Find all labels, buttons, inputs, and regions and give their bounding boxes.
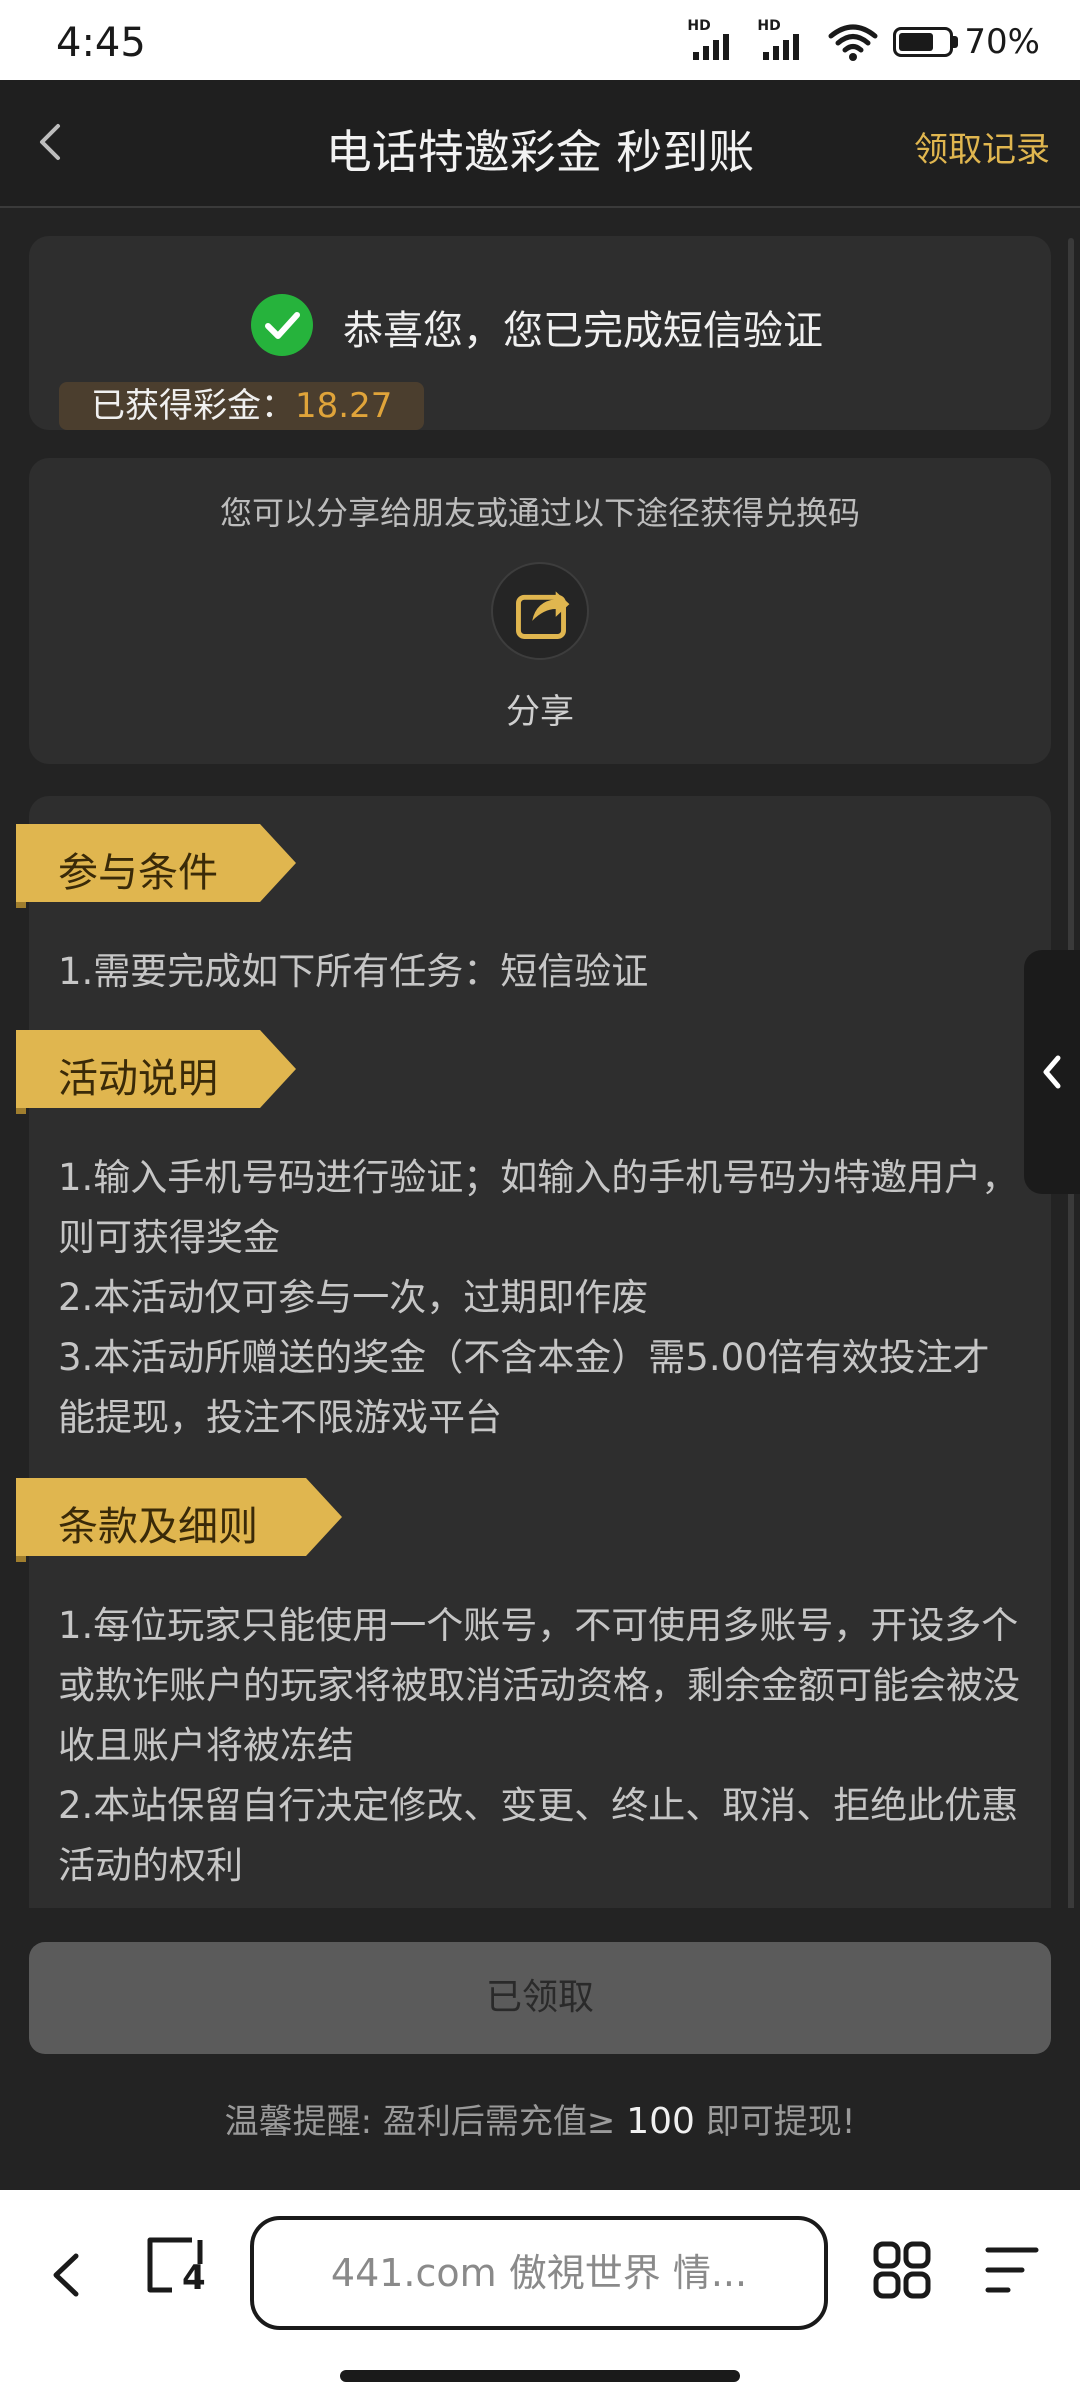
page-header: 电话特邀彩金 秒到账 领取记录 (0, 80, 1080, 208)
status-bar: 4:45 HD HD 70% (0, 0, 1080, 80)
bonus-badge: 已获得彩金：18.27 (59, 382, 425, 430)
battery-percent: 70% (964, 22, 1040, 62)
verification-card: 恭喜您，您已完成短信验证 已获得彩金：18.27 (29, 236, 1051, 430)
battery-indicator: 70% (893, 22, 1040, 62)
share-button[interactable] (491, 562, 589, 660)
action-area: 已领取 温馨提醒: 盈利后需充值≥ 100 即可提现! (0, 1908, 1080, 2190)
status-time: 4:45 (56, 20, 146, 66)
main-content[interactable]: 恭喜您，您已完成短信验证 已获得彩金：18.27 您可以分享给朋友或通过以下途径… (0, 208, 1080, 1908)
section-title-conditions: 参与条件 (58, 850, 218, 896)
share-icon (516, 591, 570, 639)
home-indicator[interactable] (340, 2370, 740, 2382)
chevron-left-icon (1043, 1055, 1061, 1089)
cellular-signal-icon: HD (687, 18, 743, 62)
tip-suffix: 即可提现! (694, 2102, 856, 2142)
apps-grid-icon[interactable] (872, 2240, 932, 2300)
conditions-line: 1.需要完成如下所有任务：短信验证 (58, 950, 649, 993)
description-line: 3.本活动所赠送的奖金（不含本金）需5.00倍有效投注才能提现，投注不限游戏平台 (58, 1336, 990, 1439)
section-tag-conditions: 参与条件 (16, 824, 296, 902)
terms-line: 1.每位玩家只能使用一个账号，不可使用多账号，开设多个或欺诈账户的玩家将被取消活… (58, 1604, 1020, 1767)
description-text: 1.输入手机号码进行验证；如输入的手机号码为特邀用户，则可获得奖金 2.本活动仅… (58, 1148, 1024, 1448)
hd-label: HD (687, 18, 711, 34)
section-title-description: 活动说明 (58, 1056, 218, 1102)
tab-count: 4 (182, 2258, 206, 2298)
wifi-icon (828, 24, 878, 61)
menu-icon[interactable] (984, 2244, 1040, 2296)
share-label[interactable]: 分享 (29, 684, 1051, 733)
tabs-button[interactable]: 4 (144, 2234, 208, 2298)
section-title-terms: 条款及细则 (58, 1504, 258, 1550)
description-line: 1.输入手机号码进行验证；如输入的手机号码为特邀用户，则可获得奖金 (58, 1156, 1019, 1259)
terms-text: 1.每位玩家只能使用一个账号，不可使用多账号，开设多个或欺诈账户的玩家将被取消活… (58, 1596, 1024, 1896)
section-tag-description: 活动说明 (16, 1030, 296, 1108)
conditions-text: 1.需要完成如下所有任务：短信验证 (58, 942, 1024, 1002)
tip-amount: 100 (626, 2101, 695, 2142)
bonus-value: 18.27 (295, 386, 393, 426)
cellular-signal-icon-2: HD (757, 18, 813, 62)
section-tag-terms: 条款及细则 (16, 1478, 342, 1556)
reminder-tip: 温馨提醒: 盈利后需充值≥ 100 即可提现! (0, 2094, 1080, 2143)
browser-toolbar: 4 441.com 傲視世界 情... (0, 2190, 1080, 2400)
claim-records-link[interactable]: 领取记录 (914, 122, 1050, 171)
tip-prefix: 温馨提醒: 盈利后需充值≥ (224, 2102, 627, 2142)
bonus-label: 已获得彩金： (91, 386, 295, 426)
check-circle-icon (251, 294, 313, 356)
share-hint: 您可以分享给朋友或通过以下途径获得兑换码 (219, 494, 860, 532)
description-line: 2.本活动仅可参与一次，过期即作废 (58, 1276, 649, 1319)
share-card: 您可以分享给朋友或通过以下途径获得兑换码 分享 (29, 458, 1051, 764)
verification-message: 恭喜您，您已完成短信验证 (343, 308, 823, 354)
hd-label-2: HD (757, 18, 781, 34)
terms-line: 2.本站保留自行决定修改、变更、终止、取消、拒绝此优惠活动的权利 (58, 1784, 1019, 1887)
battery-icon (893, 27, 954, 57)
status-icons: HD HD 70% (687, 18, 1040, 62)
claimed-button[interactable]: 已领取 (29, 1942, 1051, 2054)
side-drawer-toggle[interactable] (1024, 950, 1080, 1194)
browser-back-icon[interactable] (46, 2250, 86, 2300)
address-bar[interactable]: 441.com 傲視世界 情... (250, 2216, 828, 2330)
